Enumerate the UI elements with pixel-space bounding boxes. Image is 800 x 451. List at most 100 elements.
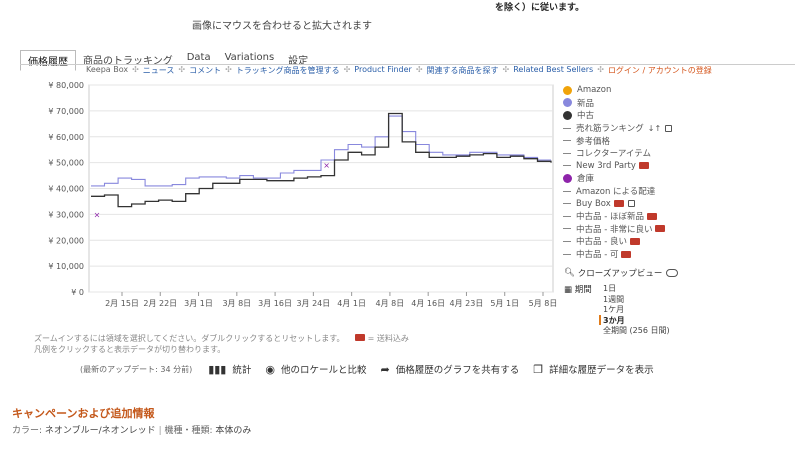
nav-login[interactable]: ログイン / アカウントの登録 [608,65,712,76]
dash-icon [563,253,571,255]
copy-icon: ❐ [533,362,544,376]
legend-label: 参考価格 [576,136,611,147]
dash-icon [563,215,571,217]
period-option[interactable]: 1日 [603,283,670,294]
nav-news[interactable]: ニュース [143,65,175,76]
legend-label: New 3rd Party [576,160,636,171]
warehouse-point: × [323,161,330,170]
nav-separator: ✣ [343,65,351,74]
x-tick-label: 3月 16日 [258,299,292,308]
nav-best-sellers[interactable]: Related Best Sellers [513,65,593,76]
nav-manage-tracking[interactable]: トラッキング商品を管理する [236,65,340,76]
x-tick-label: 4月 16日 [411,299,445,308]
legend-reference[interactable]: 参考価格 [563,134,672,147]
detail-data-button[interactable]: ❐ 詳細な履歴データを表示 [533,362,653,377]
legend-new-3rd[interactable]: New 3rd Party [563,160,672,173]
legend-label: 中古品 - 可 [576,250,619,261]
legend-rank[interactable]: 売れ筋ランキング ↓↑ [563,122,673,135]
legend-used-like-new[interactable]: 中古品 - ほぼ新品 [563,210,672,223]
legend-used[interactable]: 中古 [563,109,672,122]
nav-separator: ✣ [415,65,423,74]
lock-icon [627,200,635,208]
nav-separator: ✣ [502,65,510,74]
period-label: ▦ 期間 [564,283,592,295]
x-tick-label: 3月 8日 [222,299,251,308]
legend-used-very-good[interactable]: 中古品 - 非常に良い [563,223,672,236]
share-label: 価格履歴のグラフを共有する [395,365,520,376]
closeup-toggle[interactable]: 🔍︎ クローズアップビュー [564,267,679,279]
chart-grid [88,84,554,296]
legend-new[interactable]: 新品 [563,97,672,110]
period-options: 1日 1週間 1ケ月 3か月 全期間 (256 日間) [599,283,670,336]
period-text: 期間 [574,285,592,295]
color-value: ネオンブルー/ネオンレッド [44,426,156,436]
truck-icon [621,250,632,258]
price-history-chart[interactable]: ¥ 0 ¥ 10,000 ¥ 20,000 ¥ 30,000 ¥ 40,000 ¥ 50,… [0,78,560,338]
zoom-instructions-text: ズームインするには領域を選択してください。ダブルクリックするとリセットします。 [34,334,345,343]
campaign-heading: キャンペーンおよび追加情報 [12,407,155,420]
chart-legend: Amazon 新品 中古 売れ筋ランキング ↓↑ 参考価格 コレクターアイテム N… [563,84,673,261]
truck-icon [646,212,657,220]
nav-product-finder[interactable]: Product Finder [354,65,412,76]
amazon-dot-icon [563,85,572,95]
keepa-nav: Keepa Box ✣ ニュース ✣ コメント ✣ トラッキング商品を管理する … [86,65,712,76]
period-option-selected[interactable]: 3か月 [599,314,670,325]
legend-amazon[interactable]: Amazon [563,84,672,97]
compare-button[interactable]: ◉ 他のロケールと比較 [265,362,366,377]
period-option[interactable]: 1週間 [603,294,670,305]
globe-icon: ◉ [265,362,275,376]
dash-icon [563,165,571,167]
legend-warehouse[interactable]: 倉庫 [563,172,672,185]
nav-comment[interactable]: コメント [189,65,221,76]
share-button[interactable]: ➦ 価格履歴のグラフを共有する [380,362,520,377]
dash-icon [563,152,571,154]
y-tick-label: ¥ 30,000 [48,210,84,219]
new-dot-icon [563,98,572,108]
x-tick-label: 5月 8日 [529,299,558,308]
legend-buybox[interactable]: Buy Box [563,197,672,210]
x-tick-label: 2月 15日 [105,299,139,308]
nav-keepa-box[interactable]: Keepa Box [86,65,128,76]
legend-label: 中古品 - ほぼ新品 [576,212,644,223]
legend-label: Amazon [577,85,612,96]
dash-icon [563,140,571,142]
bar-chart-icon: ▮▮▮ [208,362,227,376]
stats-button[interactable]: ▮▮▮ 統計 [208,362,252,377]
legend-label: Amazon による配達 [576,187,656,198]
legend-fba[interactable]: Amazon による配達 [563,185,672,198]
x-tick-label: 4月 23日 [450,299,484,308]
y-tick-label: ¥ 60,000 [48,133,84,142]
x-tick-label: 5月 1日 [490,299,519,308]
used-dot-icon [563,110,572,120]
truck-icon [613,200,624,208]
x-axis-ticks: 2月 15日 2月 22日 3月 1日 3月 8日 3月 16日 3月 24日 4月 1日 4… [105,299,557,308]
closeup-label: クローズアップビュー [577,269,663,279]
period-option[interactable]: 全期間 (256 日間) [603,325,670,336]
truck-icon [655,225,666,233]
y-tick-label: ¥ 40,000 [48,185,84,194]
legend-instructions: 凡例をクリックすると表示データが切り替わります。 [34,345,226,354]
stats-label: 統計 [232,365,252,376]
y-tick-label: ¥ 80,000 [48,81,84,90]
nav-separator: ✣ [597,65,604,74]
y-tick-label: ¥ 20,000 [48,236,84,245]
toggle-icon [666,269,679,277]
share-icon: ➦ [380,362,390,376]
calendar-icon: ▦ [564,285,573,295]
zoom-hint: 画像にマウスを合わせると拡大されます [192,21,372,32]
tab-price-history[interactable]: 価格履歴 [20,50,76,71]
variant-info: カラー: ネオンブルー/ネオンレッド | 機種・種類: 本体のみ [12,423,251,436]
legend-used-good[interactable]: 中古品 - 良い [563,235,672,248]
period-option[interactable]: 1ケ月 [603,304,670,315]
legend-used-acceptable[interactable]: 中古品 - 可 [563,248,672,261]
type-label: 機種・種類: [164,426,213,436]
nav-related[interactable]: 関連する商品を探す [427,65,499,76]
x-tick-label: 4月 8日 [376,299,405,308]
legend-collector[interactable]: コレクターアイテム [563,147,672,160]
top-note: を除く）に従います。 [495,3,585,13]
legend-label: 新品 [577,98,595,109]
legend-label: 売れ筋ランキング [576,124,644,135]
lock-icon [665,124,673,132]
x-tick-label: 3月 24日 [296,299,330,308]
legend-label: 倉庫 [577,174,595,185]
